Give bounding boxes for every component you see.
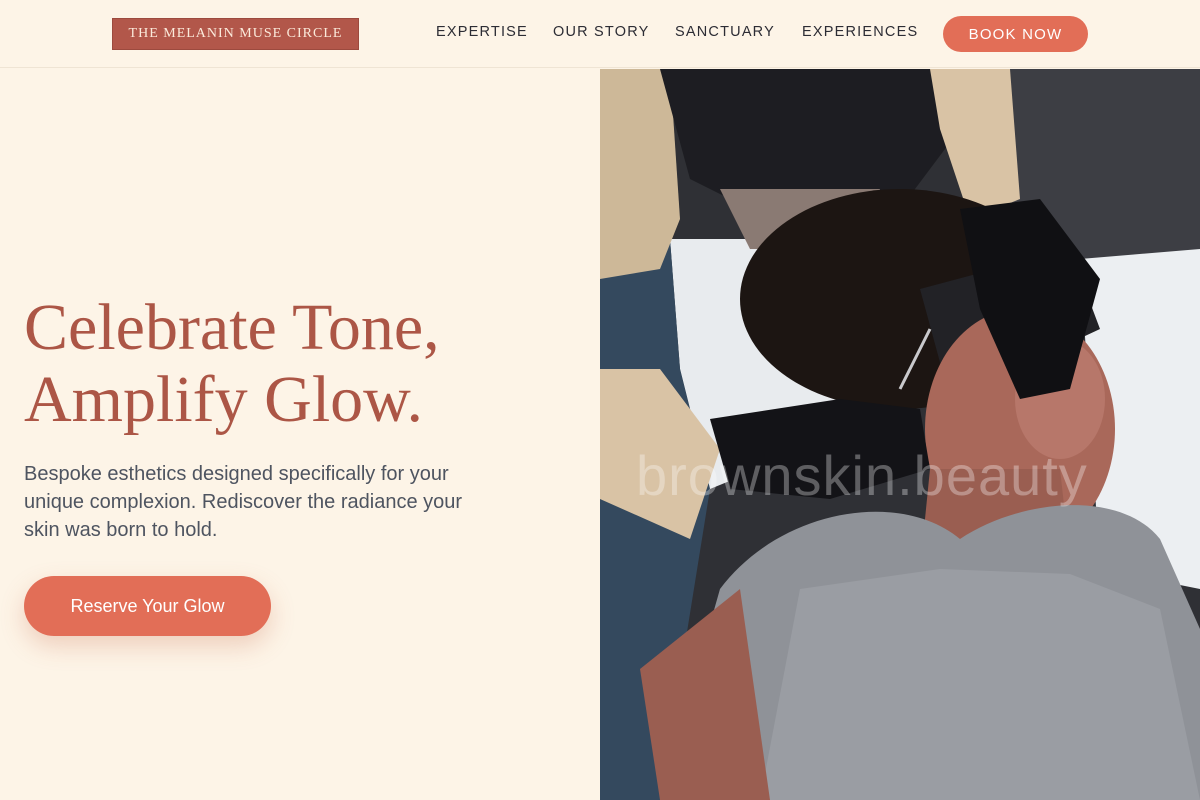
site-header: THE MELANIN MUSE CIRCLE EXPERTISE OUR ST… [0,0,1200,68]
reserve-glow-button[interactable]: Reserve Your Glow [24,576,271,636]
hero-title-line1: Celebrate Tone, [24,291,440,364]
hero-title-line2: Amplify Glow. [24,363,424,436]
nav-link-our-story[interactable]: OUR STORY [553,24,649,40]
nav-link-experiences[interactable]: EXPERIENCES [802,24,918,40]
facial-treatment-illustration [600,69,1200,800]
hero-photo: brownskin.beauty [600,69,1200,800]
nav-link-sanctuary[interactable]: SANCTUARY [675,24,775,40]
photo-watermark: brownskin.beauty [636,444,1088,507]
brand-logo[interactable]: THE MELANIN MUSE CIRCLE [112,18,359,50]
hero-title: Celebrate Tone, Amplify Glow. [24,292,584,436]
book-now-button[interactable]: BOOK NOW [943,16,1088,52]
nav-link-expertise[interactable]: EXPERTISE [436,24,528,40]
hero-subtitle: Bespoke esthetics designed specifically … [24,463,463,541]
